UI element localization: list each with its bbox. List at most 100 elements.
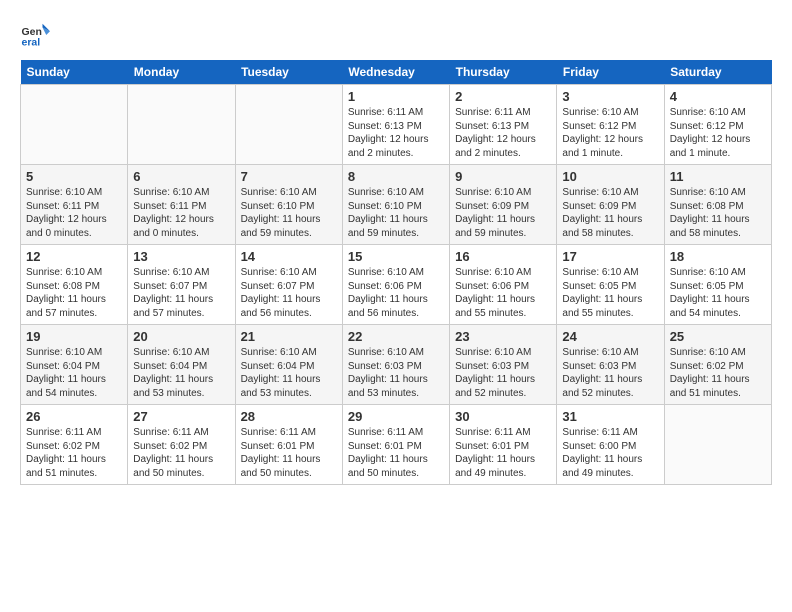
day-number: 16: [455, 249, 551, 264]
weekday-header: Saturday: [664, 60, 771, 85]
day-info: Sunrise: 6:10 AM Sunset: 6:09 PM Dayligh…: [455, 186, 551, 240]
day-info: Sunrise: 6:10 AM Sunset: 6:11 PM Dayligh…: [133, 186, 229, 240]
day-number: 3: [562, 89, 658, 104]
calendar-cell: 7 Sunrise: 6:10 AM Sunset: 6:10 PM Daylig…: [235, 165, 342, 245]
day-number: 25: [670, 329, 766, 344]
weekday-header: Sunday: [21, 60, 128, 85]
day-number: 15: [348, 249, 444, 264]
day-number: 26: [26, 409, 122, 424]
day-number: 30: [455, 409, 551, 424]
calendar-cell: 12 Sunrise: 6:10 AM Sunset: 6:08 PM Dayli…: [21, 245, 128, 325]
day-info: Sunrise: 6:11 AM Sunset: 6:01 PM Dayligh…: [455, 426, 551, 480]
day-info: Sunrise: 6:11 AM Sunset: 6:01 PM Dayligh…: [348, 426, 444, 480]
calendar-cell: 23 Sunrise: 6:10 AM Sunset: 6:03 PM Dayli…: [450, 325, 557, 405]
calendar-cell: 15Sunrise: 6:10 AM Sunset: 6:06 PM Dayli…: [342, 245, 449, 325]
day-info: Sunrise: 6:10 AM Sunset: 6:04 PM Dayligh…: [133, 346, 229, 400]
logo-icon: Gen eral: [20, 20, 50, 50]
day-number: 9: [455, 169, 551, 184]
day-info: Sunrise: 6:10 AM Sunset: 6:10 PM Dayligh…: [348, 186, 444, 240]
day-number: 22: [348, 329, 444, 344]
calendar-cell: 10 Sunrise: 6:10 AM Sunset: 6:09 PM Dayli…: [557, 165, 664, 245]
svg-text:eral: eral: [22, 37, 41, 49]
calendar-cell: 20 Sunrise: 6:10 AM Sunset: 6:04 PM Dayli…: [128, 325, 235, 405]
day-number: 1: [348, 89, 444, 104]
calendar-cell: 25 Sunrise: 6:10 AM Sunset: 6:02 PM Dayli…: [664, 325, 771, 405]
day-number: 4: [670, 89, 766, 104]
day-info: Sunrise: 6:10 AM Sunset: 6:03 PM Dayligh…: [348, 346, 444, 400]
day-info: Sunrise: 6:10 AM Sunset: 6:06 PM Dayligh…: [455, 266, 551, 320]
day-number: 31: [562, 409, 658, 424]
day-number: 20: [133, 329, 229, 344]
day-info: Sunrise: 6:10 AM Sunset: 6:11 PM Dayligh…: [26, 186, 122, 240]
calendar-cell: 2 Sunrise: 6:11 AM Sunset: 6:13 PM Daylig…: [450, 85, 557, 165]
day-number: 2: [455, 89, 551, 104]
day-number: 17: [562, 249, 658, 264]
day-number: 28: [241, 409, 337, 424]
calendar-cell: 8 Sunrise: 6:10 AM Sunset: 6:10 PM Daylig…: [342, 165, 449, 245]
calendar-body: 1 Sunrise: 6:11 AM Sunset: 6:13 PM Daylig…: [21, 85, 772, 485]
day-info: Sunrise: 6:10 AM Sunset: 6:05 PM Dayligh…: [670, 266, 766, 320]
day-info: Sunrise: 6:11 AM Sunset: 6:02 PM Dayligh…: [26, 426, 122, 480]
day-info: Sunrise: 6:11 AM Sunset: 6:13 PM Dayligh…: [348, 106, 444, 160]
calendar-cell: 19Sunrise: 6:10 AM Sunset: 6:04 PM Dayli…: [21, 325, 128, 405]
day-info: Sunrise: 6:10 AM Sunset: 6:10 PM Dayligh…: [241, 186, 337, 240]
day-number: 10: [562, 169, 658, 184]
calendar-cell: 26 Sunrise: 6:11 AM Sunset: 6:02 PM Dayli…: [21, 405, 128, 485]
calendar-cell: 5 Sunrise: 6:10 AM Sunset: 6:11 PM Daylig…: [21, 165, 128, 245]
day-number: 6: [133, 169, 229, 184]
day-info: Sunrise: 6:11 AM Sunset: 6:13 PM Dayligh…: [455, 106, 551, 160]
day-number: 19: [26, 329, 122, 344]
calendar-cell: 14 Sunrise: 6:10 AM Sunset: 6:07 PM Dayli…: [235, 245, 342, 325]
calendar-cell: 27Sunrise: 6:11 AM Sunset: 6:02 PM Dayli…: [128, 405, 235, 485]
weekday-header: Tuesday: [235, 60, 342, 85]
calendar-cell: 30 Sunrise: 6:11 AM Sunset: 6:01 PM Dayli…: [450, 405, 557, 485]
calendar-cell: 3 Sunrise: 6:10 AM Sunset: 6:12 PM Daylig…: [557, 85, 664, 165]
weekday-header: Monday: [128, 60, 235, 85]
day-number: 23: [455, 329, 551, 344]
day-info: Sunrise: 6:11 AM Sunset: 6:02 PM Dayligh…: [133, 426, 229, 480]
calendar-cell: [664, 405, 771, 485]
day-info: Sunrise: 6:10 AM Sunset: 6:08 PM Dayligh…: [26, 266, 122, 320]
day-number: 14: [241, 249, 337, 264]
logo: Gen eral: [20, 20, 54, 50]
day-number: 11: [670, 169, 766, 184]
day-info: Sunrise: 6:10 AM Sunset: 6:09 PM Dayligh…: [562, 186, 658, 240]
calendar-cell: 13Sunrise: 6:10 AM Sunset: 6:07 PM Dayli…: [128, 245, 235, 325]
calendar-cell: 6 Sunrise: 6:10 AM Sunset: 6:11 PM Daylig…: [128, 165, 235, 245]
day-info: Sunrise: 6:10 AM Sunset: 6:04 PM Dayligh…: [241, 346, 337, 400]
page-header: Gen eral: [20, 20, 772, 50]
day-info: Sunrise: 6:11 AM Sunset: 6:01 PM Dayligh…: [241, 426, 337, 480]
day-number: 12: [26, 249, 122, 264]
calendar-cell: 11 Sunrise: 6:10 AM Sunset: 6:08 PM Dayli…: [664, 165, 771, 245]
day-number: 29: [348, 409, 444, 424]
day-info: Sunrise: 6:10 AM Sunset: 6:07 PM Dayligh…: [241, 266, 337, 320]
calendar-table: SundayMondayTuesdayWednesdayThursdayFrid…: [20, 60, 772, 485]
calendar-cell: 17 Sunrise: 6:10 AM Sunset: 6:05 PM Dayli…: [557, 245, 664, 325]
calendar-cell: 1 Sunrise: 6:11 AM Sunset: 6:13 PM Daylig…: [342, 85, 449, 165]
day-info: Sunrise: 6:10 AM Sunset: 6:05 PM Dayligh…: [562, 266, 658, 320]
weekday-header: Thursday: [450, 60, 557, 85]
calendar-cell: [235, 85, 342, 165]
weekday-header: Friday: [557, 60, 664, 85]
day-number: 24: [562, 329, 658, 344]
day-number: 7: [241, 169, 337, 184]
day-number: 5: [26, 169, 122, 184]
calendar-cell: 28 Sunrise: 6:11 AM Sunset: 6:01 PM Dayli…: [235, 405, 342, 485]
day-info: Sunrise: 6:10 AM Sunset: 6:08 PM Dayligh…: [670, 186, 766, 240]
calendar-cell: 9 Sunrise: 6:10 AM Sunset: 6:09 PM Daylig…: [450, 165, 557, 245]
calendar-cell: 29 Sunrise: 6:11 AM Sunset: 6:01 PM Dayli…: [342, 405, 449, 485]
calendar-cell: 31 Sunrise: 6:11 AM Sunset: 6:00 PM Dayli…: [557, 405, 664, 485]
day-info: Sunrise: 6:10 AM Sunset: 6:03 PM Dayligh…: [455, 346, 551, 400]
calendar-header: SundayMondayTuesdayWednesdayThursdayFrid…: [21, 60, 772, 85]
calendar-cell: [21, 85, 128, 165]
day-info: Sunrise: 6:10 AM Sunset: 6:12 PM Dayligh…: [562, 106, 658, 160]
day-info: Sunrise: 6:11 AM Sunset: 6:00 PM Dayligh…: [562, 426, 658, 480]
day-number: 18: [670, 249, 766, 264]
day-info: Sunrise: 6:10 AM Sunset: 6:07 PM Dayligh…: [133, 266, 229, 320]
calendar-cell: 18 Sunrise: 6:10 AM Sunset: 6:05 PM Dayli…: [664, 245, 771, 325]
calendar-cell: 22 Sunrise: 6:10 AM Sunset: 6:03 PM Dayli…: [342, 325, 449, 405]
day-info: Sunrise: 6:10 AM Sunset: 6:02 PM Dayligh…: [670, 346, 766, 400]
day-number: 21: [241, 329, 337, 344]
day-number: 8: [348, 169, 444, 184]
weekday-header: Wednesday: [342, 60, 449, 85]
